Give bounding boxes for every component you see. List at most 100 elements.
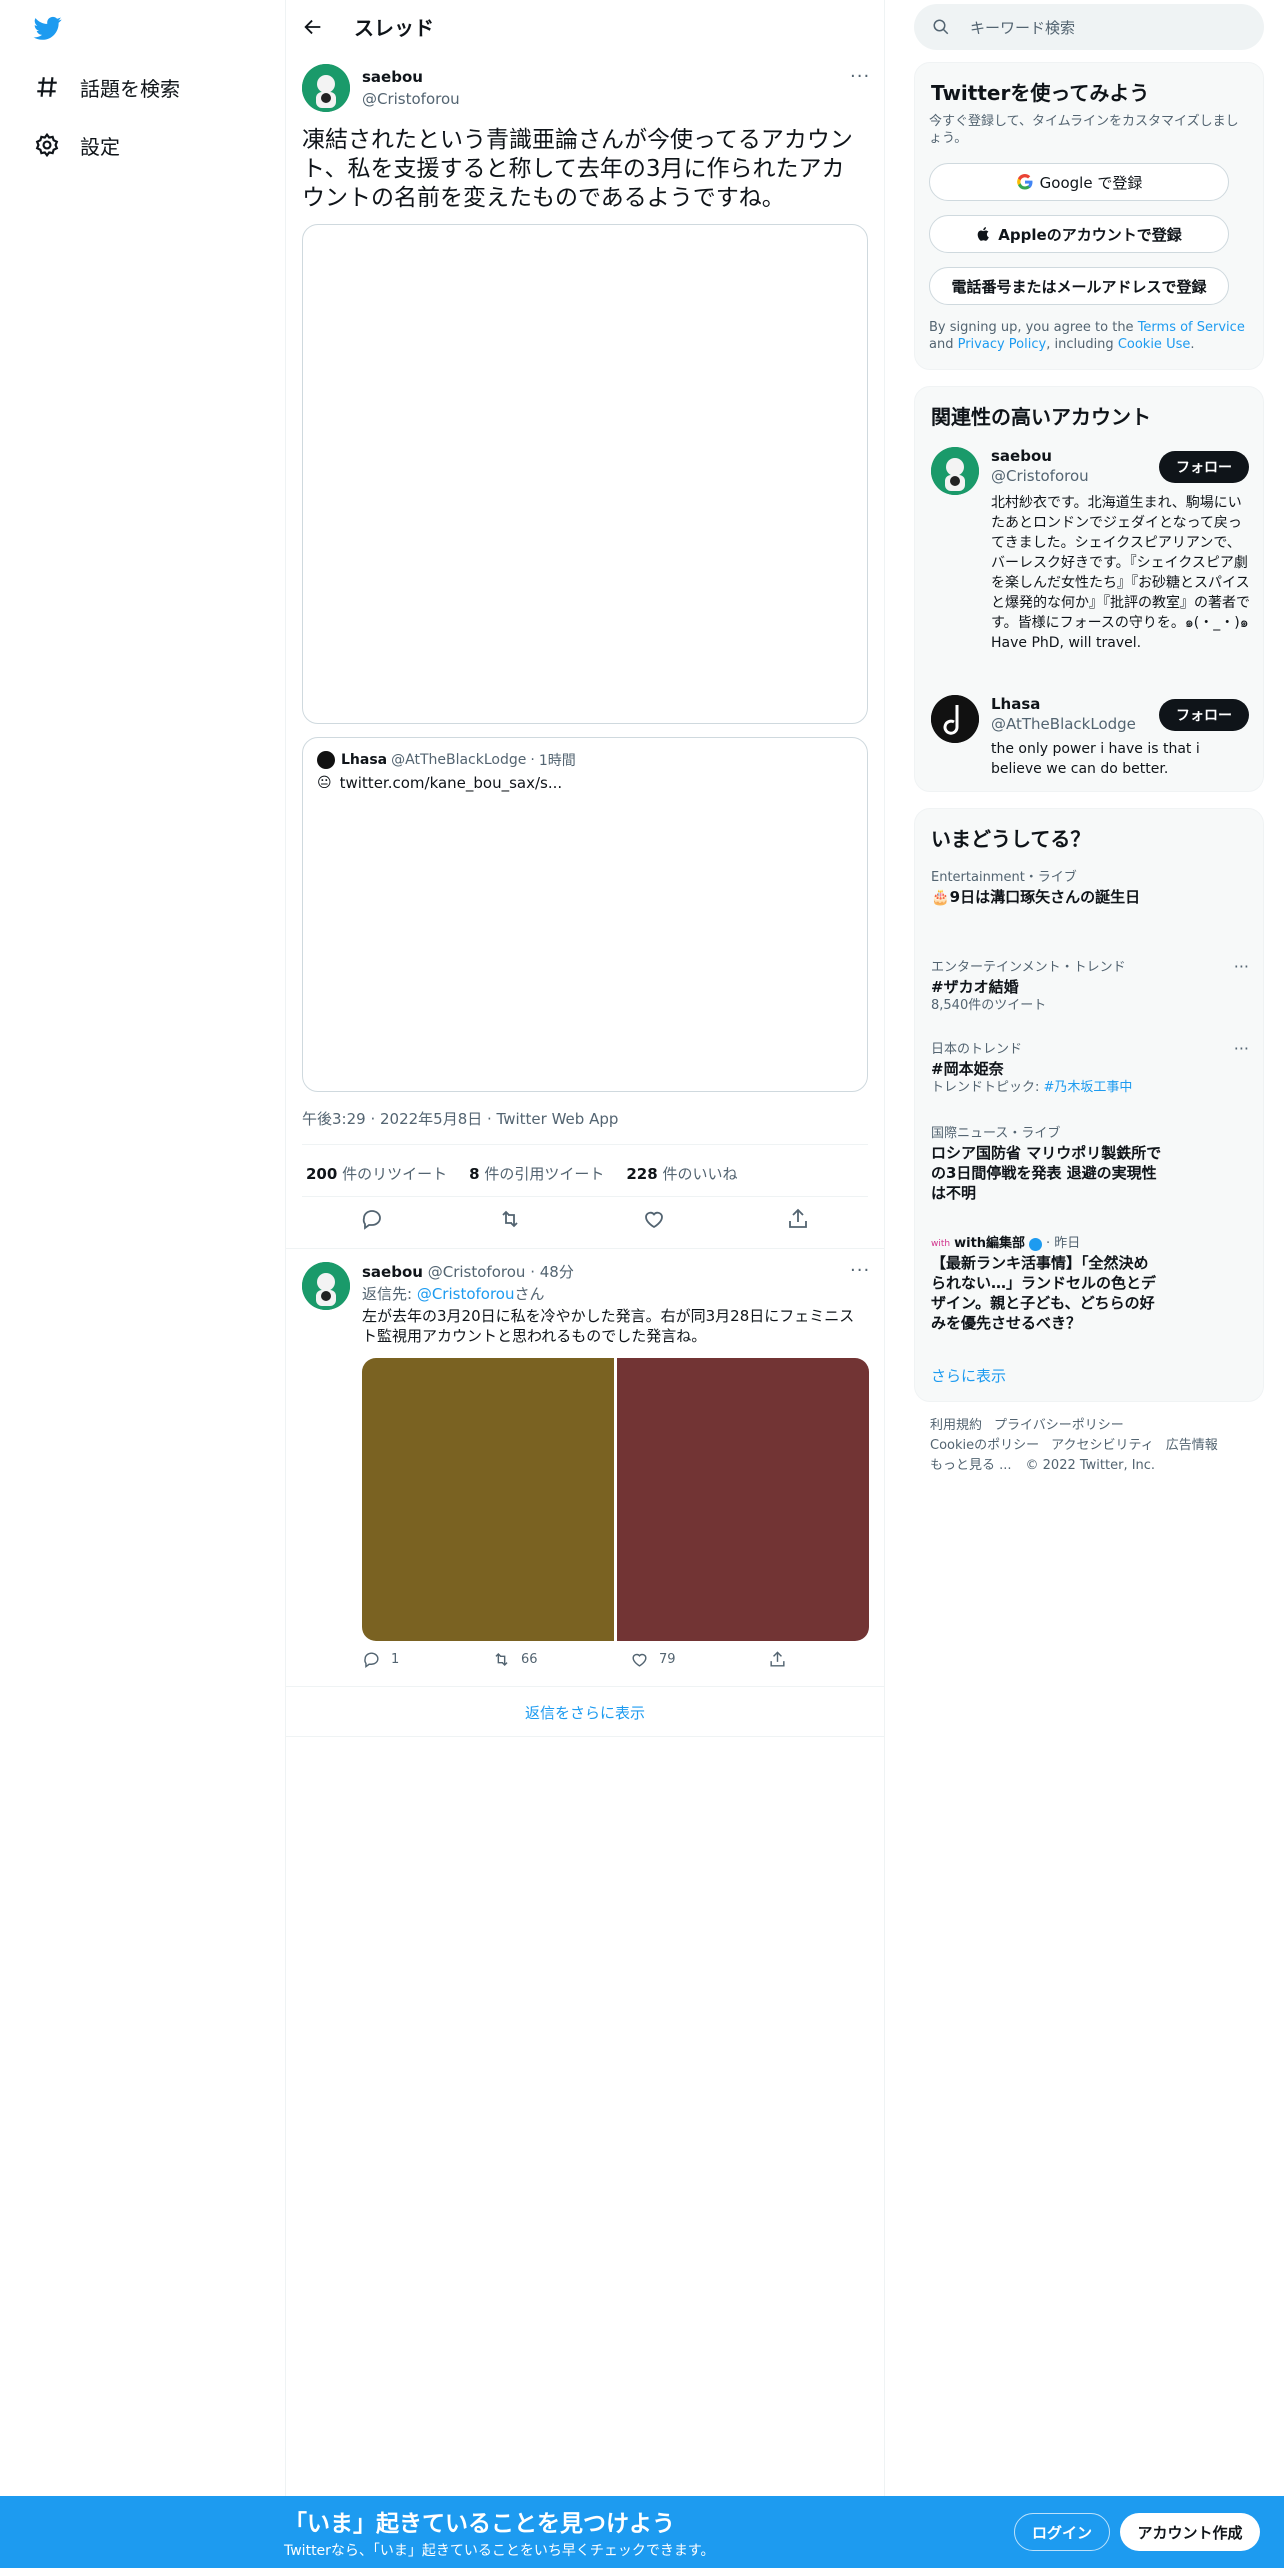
footer-ads-link[interactable]: 広告情報 (1166, 1438, 1218, 1453)
tweet-author[interactable]: saebou @Cristoforou (362, 68, 460, 108)
reply-author-name[interactable]: saebou (362, 1263, 423, 1281)
phone-signup-button[interactable]: 電話番号またはメールアドレスで登録 (929, 267, 1229, 305)
retweet-button[interactable]: 66 (492, 1650, 538, 1669)
reply-to-prefix: 返信先: (362, 1285, 417, 1303)
embedded-media[interactable] (302, 224, 868, 724)
reply-to-link[interactable]: @Cristoforou (417, 1285, 515, 1303)
retweets-stat[interactable]: 200 件のリツイート (306, 1163, 447, 1184)
terms-text: , including (1046, 337, 1118, 352)
divider (884, 0, 885, 2568)
trend-item[interactable]: with with編集部 · 昨日 【最新ランキ活事情】「全然決められない…」ラ… (931, 1235, 1231, 1333)
footer-cookie-link[interactable]: Cookieのポリシー (930, 1438, 1039, 1453)
reply-text: 左が去年の3月20日に私を冷やかした発言。右が同3月28日にフェミニスト監視用ア… (362, 1307, 855, 1345)
google-signup-button[interactable]: Google で登録 (929, 163, 1229, 201)
like-icon[interactable] (642, 1207, 666, 1231)
trend-item[interactable]: 日本のトレンド #岡本姫奈 トレンドトピック: #乃木坂工事中 (931, 1041, 1231, 1097)
trend-title: 【最新ランキ活事情】「全然決められない…」ランドセルの色とデザイン。親と子ども、… (931, 1254, 1157, 1332)
trend-topic-link[interactable]: #乃木坂工事中 (1044, 1080, 1133, 1095)
share-icon (770, 1651, 785, 1667)
bottom-bar-title: 「いま」起きていることを見つけよう (284, 2511, 675, 2537)
share-icon[interactable] (786, 1207, 810, 1231)
avatar[interactable] (931, 447, 979, 495)
apple-icon (977, 227, 990, 241)
tweet-timestamp[interactable]: 午後3:29 · 2022年5月8日 · Twitter Web App (302, 1108, 618, 1129)
separator-dot: · (530, 1263, 535, 1281)
hashtag-icon (37, 77, 57, 97)
trend-category: Entertainment・ライブ (931, 870, 1077, 885)
twitter-logo-icon[interactable] (32, 14, 64, 42)
show-more-replies-link[interactable]: 返信をさらに表示 (286, 1688, 884, 1736)
reply-time[interactable]: 48分 (540, 1263, 574, 1281)
avatar[interactable] (931, 695, 979, 743)
search-input[interactable]: キーワード検索 (914, 4, 1264, 50)
quote-link[interactable]: twitter.com/kane_bou_sax/s... (340, 774, 563, 792)
quote-tweet[interactable]: Lhasa @AtTheBlackLodge · 1時間 😐 twitter.c… (302, 737, 868, 1092)
follow-button[interactable]: フォロー (1159, 451, 1249, 483)
nav-explore[interactable]: 話題を検索 (34, 67, 180, 107)
reply-to-suffix: さん (514, 1285, 545, 1303)
search-placeholder: キーワード検索 (970, 18, 1076, 37)
retweet-icon[interactable] (498, 1207, 522, 1231)
nav-settings[interactable]: 設定 (34, 125, 120, 165)
trend-item[interactable]: エンターテインメント・トレンド #ザカオ結婚 8,540件のツイート (931, 959, 1231, 1015)
reply-image-right[interactable] (617, 1358, 869, 1641)
tweet-stats: 200 件のリツイート 8 件の引用ツイート 228 件のいいね (306, 1163, 737, 1184)
quotes-stat[interactable]: 8 件の引用ツイート (469, 1163, 604, 1184)
footer-privacy-link[interactable]: プライバシーポリシー (994, 1418, 1124, 1433)
source-logo-icon: with (931, 1239, 951, 1249)
likes-stat[interactable]: 228 件のいいね (626, 1163, 737, 1184)
related-account-2[interactable]: Lhasa @AtTheBlackLodge (991, 695, 1136, 733)
apple-signup-button[interactable]: Appleのアカウントで登録 (929, 215, 1229, 253)
more-icon[interactable]: ··· (1234, 957, 1249, 976)
follow-button[interactable]: フォロー (1159, 699, 1249, 731)
cookie-link[interactable]: Cookie Use (1118, 337, 1191, 352)
back-arrow-icon[interactable] (302, 16, 324, 38)
divider (286, 1736, 884, 1737)
account-name: saebou (991, 447, 1052, 465)
show-more-trends-link[interactable]: さらに表示 (931, 1365, 1006, 1386)
avatar[interactable] (302, 64, 350, 112)
retweet-count: 66 (521, 1652, 538, 1667)
signup-title: Twitterを使ってみよう (931, 81, 1150, 105)
trend-source-line: with with編集部 · 昨日 (931, 1235, 1231, 1253)
reply-author-handle[interactable]: @Cristoforou (428, 1263, 526, 1281)
signup-card: Twitterを使ってみよう 今すぐ登録して、タイムラインをカスタマイズしましょ… (914, 62, 1264, 370)
signup-subtitle: 今すぐ登録して、タイムラインをカスタマイズしましょう。 (929, 114, 1239, 146)
trend-title: 🎂9日は溝口琢矢さんの誕生日 (931, 888, 1141, 906)
more-icon[interactable]: ··· (850, 66, 870, 87)
trend-item[interactable]: 国際ニュース・ライブ ロシア国防省 マリウポリ製鉄所での3日間停戦を発表 退避の… (931, 1125, 1231, 1203)
signup-button[interactable]: アカウント作成 (1120, 2513, 1260, 2551)
footer-accessibility-link[interactable]: アクセシビリティ (1051, 1438, 1154, 1453)
login-button[interactable]: ログイン (1014, 2513, 1110, 2551)
trend-title: #岡本姫奈 (931, 1060, 1004, 1078)
quote-time: 1時間 (538, 753, 576, 769)
copyright: © 2022 Twitter, Inc. (1025, 1458, 1156, 1473)
more-icon[interactable]: ··· (850, 1260, 870, 1281)
tweet-text: 凍結されたという青識亜論さんが今使ってるアカウント、私を支援すると称して去年の3… (302, 127, 853, 211)
related-account-1[interactable]: saebou @Cristoforou (991, 447, 1089, 485)
reply-icon (364, 1652, 379, 1669)
avatar-image (931, 447, 979, 495)
verified-badge-icon (1029, 1237, 1043, 1251)
quote-header: Lhasa @AtTheBlackLodge · 1時間 (317, 750, 576, 770)
terms-text: By signing up, you agree to the (929, 320, 1138, 335)
reply-icon[interactable] (360, 1207, 384, 1231)
reply-header: saebou @Cristoforou · 48分 (362, 1262, 574, 1282)
terms-link[interactable]: Terms of Service (1138, 320, 1245, 335)
reply-tweet[interactable]: saebou @Cristoforou · 48分 ··· 返信先: @Cris… (286, 1250, 884, 1690)
avatar[interactable] (302, 1262, 350, 1310)
reply-button[interactable]: 1 (362, 1650, 399, 1669)
share-button[interactable] (768, 1650, 797, 1669)
more-icon[interactable]: ··· (1234, 1039, 1249, 1058)
footer-terms-link[interactable]: 利用規約 (930, 1418, 982, 1433)
avatar-image (302, 1262, 350, 1310)
divider (302, 1196, 868, 1197)
tweet-actions (286, 1207, 884, 1237)
privacy-link[interactable]: Privacy Policy (958, 337, 1047, 352)
footer-more-link[interactable]: もっと見る ... (930, 1458, 1012, 1473)
like-button[interactable]: 79 (630, 1650, 676, 1669)
trend-item[interactable]: Entertainment・ライブ 🎂9日は溝口琢矢さんの誕生日 (931, 869, 1231, 907)
reply-image-left[interactable] (362, 1358, 614, 1641)
left-nav: 話題を検索 設定 (0, 0, 285, 2568)
search-icon (933, 19, 949, 35)
